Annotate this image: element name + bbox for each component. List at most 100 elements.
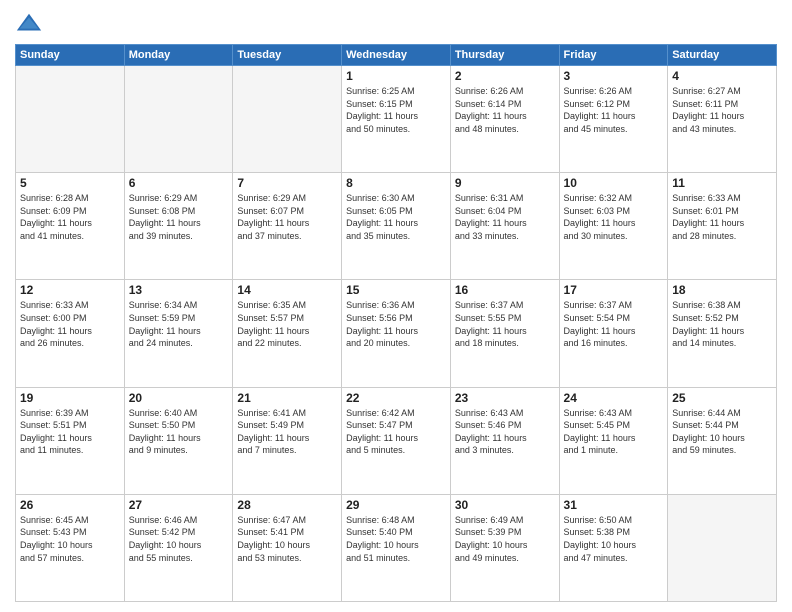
day-info: Sunrise: 6:32 AM Sunset: 6:03 PM Dayligh…: [564, 192, 664, 242]
day-info: Sunrise: 6:42 AM Sunset: 5:47 PM Dayligh…: [346, 407, 446, 457]
day-number: 3: [564, 69, 664, 83]
day-number: 26: [20, 498, 120, 512]
calendar-cell: 19 Sunrise: 6:39 AM Sunset: 5:51 PM Dayli…: [16, 387, 125, 494]
calendar-week-row: 12 Sunrise: 6:33 AM Sunset: 6:00 PM Dayli…: [16, 280, 777, 387]
day-info: Sunrise: 6:37 AM Sunset: 5:55 PM Dayligh…: [455, 299, 555, 349]
logo: [15, 10, 47, 38]
col-thursday: Thursday: [450, 45, 559, 66]
day-number: 5: [20, 176, 120, 190]
col-friday: Friday: [559, 45, 668, 66]
calendar-cell: 6 Sunrise: 6:29 AM Sunset: 6:08 PM Daylig…: [124, 173, 233, 280]
day-info: Sunrise: 6:25 AM Sunset: 6:15 PM Dayligh…: [346, 85, 446, 135]
calendar-cell: 7 Sunrise: 6:29 AM Sunset: 6:07 PM Daylig…: [233, 173, 342, 280]
calendar-cell: 22 Sunrise: 6:42 AM Sunset: 5:47 PM Dayli…: [342, 387, 451, 494]
day-number: 11: [672, 176, 772, 190]
calendar-cell: 30 Sunrise: 6:49 AM Sunset: 5:39 PM Dayli…: [450, 494, 559, 601]
day-info: Sunrise: 6:44 AM Sunset: 5:44 PM Dayligh…: [672, 407, 772, 457]
col-saturday: Saturday: [668, 45, 777, 66]
calendar-cell: 25Sunrise: 6:44 AM Sunset: 5:44 PM Dayli…: [668, 387, 777, 494]
calendar-cell: 18 Sunrise: 6:38 AM Sunset: 5:52 PM Dayli…: [668, 280, 777, 387]
day-info: Sunrise: 6:33 AM Sunset: 6:01 PM Dayligh…: [672, 192, 772, 242]
day-info: Sunrise: 6:41 AM Sunset: 5:49 PM Dayligh…: [237, 407, 337, 457]
day-info: Sunrise: 6:31 AM Sunset: 6:04 PM Dayligh…: [455, 192, 555, 242]
day-info: Sunrise: 6:43 AM Sunset: 5:46 PM Dayligh…: [455, 407, 555, 457]
day-info: Sunrise: 6:39 AM Sunset: 5:51 PM Dayligh…: [20, 407, 120, 457]
calendar-cell: [668, 494, 777, 601]
header: [15, 10, 777, 38]
calendar-cell: 11 Sunrise: 6:33 AM Sunset: 6:01 PM Dayli…: [668, 173, 777, 280]
day-info: Sunrise: 6:50 AM Sunset: 5:38 PM Dayligh…: [564, 514, 664, 564]
calendar-cell: 27Sunrise: 6:46 AM Sunset: 5:42 PM Dayli…: [124, 494, 233, 601]
day-info: Sunrise: 6:49 AM Sunset: 5:39 PM Dayligh…: [455, 514, 555, 564]
day-number: 18: [672, 283, 772, 297]
calendar-cell: [233, 66, 342, 173]
day-info: Sunrise: 6:47 AM Sunset: 5:41 PM Dayligh…: [237, 514, 337, 564]
calendar-cell: 2 Sunrise: 6:26 AM Sunset: 6:14 PM Daylig…: [450, 66, 559, 173]
day-number: 19: [20, 391, 120, 405]
col-monday: Monday: [124, 45, 233, 66]
calendar-cell: 31 Sunrise: 6:50 AM Sunset: 5:38 PM Dayli…: [559, 494, 668, 601]
calendar-cell: 12 Sunrise: 6:33 AM Sunset: 6:00 PM Dayli…: [16, 280, 125, 387]
calendar-cell: 24 Sunrise: 6:43 AM Sunset: 5:45 PM Dayli…: [559, 387, 668, 494]
calendar-cell: 15 Sunrise: 6:36 AM Sunset: 5:56 PM Dayli…: [342, 280, 451, 387]
day-number: 13: [129, 283, 229, 297]
calendar-cell: 28Sunrise: 6:47 AM Sunset: 5:41 PM Dayli…: [233, 494, 342, 601]
day-number: 21: [237, 391, 337, 405]
calendar-week-row: 1Sunrise: 6:25 AM Sunset: 6:15 PM Daylig…: [16, 66, 777, 173]
logo-icon: [15, 10, 43, 38]
day-info: Sunrise: 6:38 AM Sunset: 5:52 PM Dayligh…: [672, 299, 772, 349]
calendar-cell: 16 Sunrise: 6:37 AM Sunset: 5:55 PM Dayli…: [450, 280, 559, 387]
day-info: Sunrise: 6:35 AM Sunset: 5:57 PM Dayligh…: [237, 299, 337, 349]
calendar-cell: 8 Sunrise: 6:30 AM Sunset: 6:05 PM Daylig…: [342, 173, 451, 280]
day-info: Sunrise: 6:27 AM Sunset: 6:11 PM Dayligh…: [672, 85, 772, 135]
day-info: Sunrise: 6:43 AM Sunset: 5:45 PM Dayligh…: [564, 407, 664, 457]
day-number: 22: [346, 391, 446, 405]
calendar-table: Sunday Monday Tuesday Wednesday Thursday…: [15, 44, 777, 602]
day-number: 29: [346, 498, 446, 512]
day-info: Sunrise: 6:30 AM Sunset: 6:05 PM Dayligh…: [346, 192, 446, 242]
col-tuesday: Tuesday: [233, 45, 342, 66]
calendar-header-row: Sunday Monday Tuesday Wednesday Thursday…: [16, 45, 777, 66]
day-number: 10: [564, 176, 664, 190]
day-number: 24: [564, 391, 664, 405]
day-info: Sunrise: 6:29 AM Sunset: 6:08 PM Dayligh…: [129, 192, 229, 242]
calendar-cell: 14 Sunrise: 6:35 AM Sunset: 5:57 PM Dayli…: [233, 280, 342, 387]
calendar-week-row: 26 Sunrise: 6:45 AM Sunset: 5:43 PM Dayli…: [16, 494, 777, 601]
day-info: Sunrise: 6:36 AM Sunset: 5:56 PM Dayligh…: [346, 299, 446, 349]
calendar-cell: 13 Sunrise: 6:34 AM Sunset: 5:59 PM Dayli…: [124, 280, 233, 387]
day-number: 15: [346, 283, 446, 297]
day-number: 12: [20, 283, 120, 297]
calendar-cell: [16, 66, 125, 173]
day-info: Sunrise: 6:26 AM Sunset: 6:12 PM Dayligh…: [564, 85, 664, 135]
day-number: 8: [346, 176, 446, 190]
day-number: 16: [455, 283, 555, 297]
day-number: 27: [129, 498, 229, 512]
calendar-cell: 9Sunrise: 6:31 AM Sunset: 6:04 PM Daylig…: [450, 173, 559, 280]
day-info: Sunrise: 6:45 AM Sunset: 5:43 PM Dayligh…: [20, 514, 120, 564]
day-info: Sunrise: 6:29 AM Sunset: 6:07 PM Dayligh…: [237, 192, 337, 242]
calendar-cell: 4 Sunrise: 6:27 AM Sunset: 6:11 PM Daylig…: [668, 66, 777, 173]
day-number: 30: [455, 498, 555, 512]
day-number: 7: [237, 176, 337, 190]
day-number: 23: [455, 391, 555, 405]
col-sunday: Sunday: [16, 45, 125, 66]
calendar-week-row: 19 Sunrise: 6:39 AM Sunset: 5:51 PM Dayli…: [16, 387, 777, 494]
day-info: Sunrise: 6:28 AM Sunset: 6:09 PM Dayligh…: [20, 192, 120, 242]
day-number: 31: [564, 498, 664, 512]
day-info: Sunrise: 6:48 AM Sunset: 5:40 PM Dayligh…: [346, 514, 446, 564]
page: Sunday Monday Tuesday Wednesday Thursday…: [0, 0, 792, 612]
calendar-cell: 10 Sunrise: 6:32 AM Sunset: 6:03 PM Dayli…: [559, 173, 668, 280]
day-number: 4: [672, 69, 772, 83]
calendar-cell: 17 Sunrise: 6:37 AM Sunset: 5:54 PM Dayli…: [559, 280, 668, 387]
day-number: 2: [455, 69, 555, 83]
calendar-cell: 21 Sunrise: 6:41 AM Sunset: 5:49 PM Dayli…: [233, 387, 342, 494]
day-info: Sunrise: 6:33 AM Sunset: 6:00 PM Dayligh…: [20, 299, 120, 349]
day-info: Sunrise: 6:37 AM Sunset: 5:54 PM Dayligh…: [564, 299, 664, 349]
day-info: Sunrise: 6:26 AM Sunset: 6:14 PM Dayligh…: [455, 85, 555, 135]
day-number: 17: [564, 283, 664, 297]
day-number: 14: [237, 283, 337, 297]
day-info: Sunrise: 6:34 AM Sunset: 5:59 PM Dayligh…: [129, 299, 229, 349]
calendar-cell: 29 Sunrise: 6:48 AM Sunset: 5:40 PM Dayli…: [342, 494, 451, 601]
day-number: 6: [129, 176, 229, 190]
calendar-cell: 26 Sunrise: 6:45 AM Sunset: 5:43 PM Dayli…: [16, 494, 125, 601]
